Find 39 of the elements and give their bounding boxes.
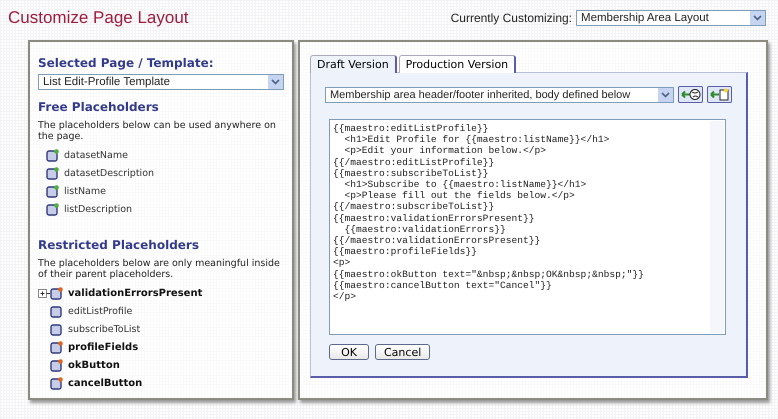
section-heading: Restricted Placeholders (38, 238, 200, 252)
version-tab[interactable]: Production Version (398, 55, 516, 73)
placeholder-item[interactable]: validationErrorsPresent (68, 288, 202, 298)
version-tab[interactable]: Draft Version (310, 55, 397, 73)
placeholder-item[interactable]: profileFields (68, 342, 138, 352)
section-description: The placeholders below can be used anywhere on the page. (38, 120, 277, 142)
template-select[interactable]: List Edit-Profile Template (38, 74, 284, 90)
placeholder-item[interactable]: listName (64, 186, 106, 196)
placeholder-icon (46, 202, 59, 216)
placeholder-item[interactable]: datasetName (64, 150, 128, 160)
placeholder-item[interactable]: listDescription (64, 204, 132, 214)
placeholder-icon (46, 166, 59, 180)
placeholder-icon (50, 358, 63, 372)
layout-select[interactable]: Membership Area Layout (576, 10, 766, 26)
placeholder-item[interactable]: datasetDescription (64, 168, 154, 178)
page-title: Customize Page Layout (8, 8, 188, 28)
placeholder-icon (46, 184, 59, 198)
expand-icon[interactable] (38, 288, 50, 298)
placeholder-icon (46, 148, 59, 162)
ok-button[interactable]: OK (329, 344, 369, 360)
cancel-button[interactable]: Cancel (375, 344, 430, 360)
placeholder-icon (50, 340, 63, 354)
placeholder-item[interactable]: subscribeToList (68, 324, 140, 334)
arrow-globe-icon[interactable] (678, 86, 704, 103)
placeholder-item[interactable]: okButton (68, 360, 120, 370)
placeholder-icon (50, 376, 63, 390)
placeholder-item[interactable]: cancelButton (68, 378, 142, 388)
section-heading: Free Placeholders (38, 100, 160, 114)
placeholder-icon (50, 286, 63, 300)
section-description: The placeholders below are only meaningful inside of their parent placeholders. (38, 258, 281, 280)
arrow-page-icon[interactable] (707, 86, 732, 103)
customizing-label: Currently Customizing: (450, 11, 572, 25)
placeholder-icon (50, 322, 63, 336)
inheritance-select[interactable]: Membership area header/footer inherited, body defined below (325, 86, 674, 102)
template-code-field[interactable]: {{maestro:editListProfile}} <h1>Edit Profile for {{maestro:listName}}</h1> <p>Edit your information below.</p> {{/maestro:editListProfile}} {{maestro:subscribeToList}} <h1>Subscribe to {{maestro:listName}}</h1> <p>Please fill out the fields below.</p> {{/maestro:subscribeToList}} {{maestro:validationErrorsPresent}} {{maestro:validationErrors}} {{/maestro:validationErrorsPresent}} {{maestro:profileFields}} <p> {{maestro:okButton text="&nbsp;&nbsp;OK&nbsp;&nbsp;"}} {{maestro:cancelButton text="Cancel"}} </p> (329, 119, 726, 335)
placeholder-item[interactable]: editListProfile (68, 306, 132, 316)
placeholder-icon (50, 304, 63, 318)
scrollbar[interactable] (710, 121, 724, 333)
section-heading: Selected Page / Template: (38, 56, 215, 70)
